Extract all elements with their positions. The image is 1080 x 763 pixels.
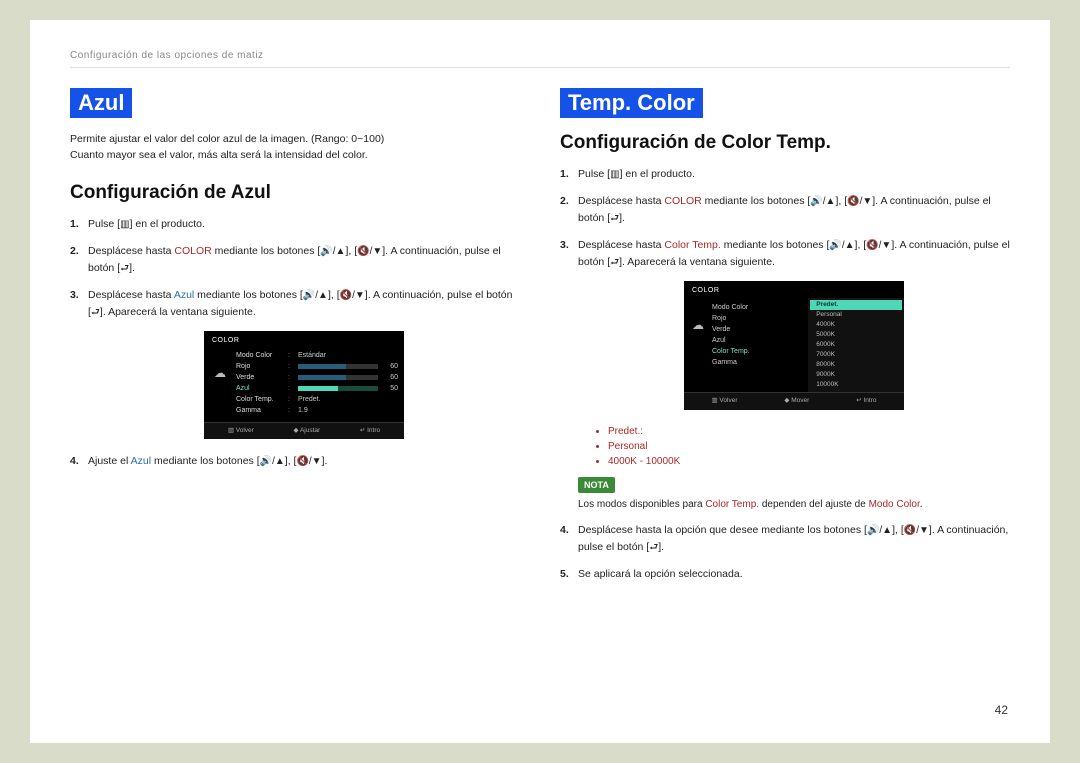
manual-page: Configuración de las opciones de matiz A…	[30, 20, 1050, 743]
step-item: Pulse [▥] en el producto.	[70, 216, 520, 233]
keyword-azul: Azul	[131, 455, 151, 467]
down-icon: 🔇/▼	[866, 240, 891, 251]
note-badge: NOTA	[578, 477, 615, 493]
up-icon: 🔊/▲	[303, 290, 328, 301]
up-icon: 🔊/▲	[829, 240, 854, 251]
osd-list: Modo Color:Estándar Rojo:60 Verde:60 Azu…	[236, 350, 398, 416]
enter-icon: ⮐	[120, 263, 129, 274]
right-column: Temp. Color Configuración de Color Temp.…	[560, 88, 1010, 593]
left-column: Azul Permite ajustar el valor del color …	[70, 88, 520, 593]
up-icon: 🔊/▲	[320, 246, 345, 257]
down-icon: 🔇/▼	[296, 456, 321, 467]
section-title-azul: Azul	[70, 88, 132, 118]
enter-icon: ⮐	[610, 257, 619, 268]
subheading-azul: Configuración de Azul	[70, 182, 520, 204]
step-item: Pulse [▥] en el producto.	[560, 166, 1010, 183]
step-item: Desplácese hasta COLOR mediante los boto…	[560, 193, 1010, 227]
steps-list: Pulse [▥] en el producto. Desplácese has…	[560, 166, 1010, 583]
step-item: Desplácese hasta Color Temp. mediante lo…	[560, 237, 1010, 512]
osd-footer: ▥ Volver ◆ Ajustar ↵ Intro	[204, 422, 404, 439]
keyword-color-temp: Color Temp.	[664, 239, 720, 251]
up-icon: 🔊/▲	[260, 456, 285, 467]
page-number: 42	[995, 703, 1008, 717]
bullet-item: Personal	[608, 439, 1010, 454]
up-icon: 🔊/▲	[867, 525, 892, 536]
osd-footer: ▥ Volver ◆ Mover ↵ Intro	[684, 392, 904, 409]
osd-side-icon: ☁	[690, 302, 706, 368]
osd-screenshot: COLOR ☁ Modo Color Rojo Verde	[578, 281, 1010, 410]
menu-icon: ▥	[120, 219, 129, 230]
osd-header: COLOR	[684, 281, 904, 298]
content-columns: Azul Permite ajustar el valor del color …	[70, 88, 1010, 593]
step-item: Desplácese hasta Azul mediante los boton…	[70, 287, 520, 440]
intro-line: Permite ajustar el valor del color azul …	[70, 133, 384, 145]
down-icon: 🔇/▼	[357, 246, 382, 257]
osd-options-list: Predet. Personal 4000K 5000K 6000K 7000K…	[808, 298, 904, 392]
note-text: Los modos disponibles para Color Temp. d…	[578, 497, 1010, 512]
step-item: Desplácese hasta la opción que desee med…	[560, 522, 1010, 556]
keyword-color: COLOR	[174, 245, 211, 257]
step-item: Se aplicará la opción seleccionada.	[560, 566, 1010, 583]
step-item: Ajuste el Azul mediante los botones [🔊/▲…	[70, 453, 520, 470]
up-icon: 🔊/▲	[810, 196, 835, 207]
subheading-color-temp: Configuración de Color Temp.	[560, 132, 1010, 154]
down-icon: 🔇/▼	[847, 196, 872, 207]
osd-window: COLOR ☁ Modo Color:Estándar Rojo:60 Verd…	[204, 331, 404, 440]
enter-icon: ⮐	[610, 213, 619, 224]
steps-list: Pulse [▥] en el producto. Desplácese has…	[70, 216, 520, 471]
step-item: Desplácese hasta COLOR mediante los boto…	[70, 243, 520, 277]
intro-line: Cuanto mayor sea el valor, más alta será…	[70, 149, 368, 161]
header-divider	[70, 67, 1010, 68]
osd-header: COLOR	[204, 331, 404, 348]
enter-icon: ⮐	[649, 542, 658, 553]
keyword-color: COLOR	[664, 195, 701, 207]
bullet-item: Predet.:	[608, 424, 1010, 439]
menu-icon: ▥	[610, 169, 619, 180]
osd-side-icon: ☁	[210, 350, 230, 416]
breadcrumb: Configuración de las opciones de matiz	[70, 50, 1010, 61]
bullet-item: 4000K - 10000K	[608, 454, 1010, 469]
option-bullets: Predet.: Personal 4000K - 10000K	[578, 424, 1010, 469]
keyword-azul: Azul	[174, 289, 194, 301]
osd-window: COLOR ☁ Modo Color Rojo Verde	[684, 281, 904, 410]
osd-screenshot: COLOR ☁ Modo Color:Estándar Rojo:60 Verd…	[88, 331, 520, 440]
down-icon: 🔇/▼	[340, 290, 365, 301]
down-icon: 🔇/▼	[904, 525, 929, 536]
intro-text: Permite ajustar el valor del color azul …	[70, 132, 520, 164]
enter-icon: ⮐	[91, 307, 100, 318]
osd-left-list: ☁ Modo Color Rojo Verde Azul Color Temp.…	[684, 298, 808, 392]
section-title-temp-color: Temp. Color	[560, 88, 703, 118]
